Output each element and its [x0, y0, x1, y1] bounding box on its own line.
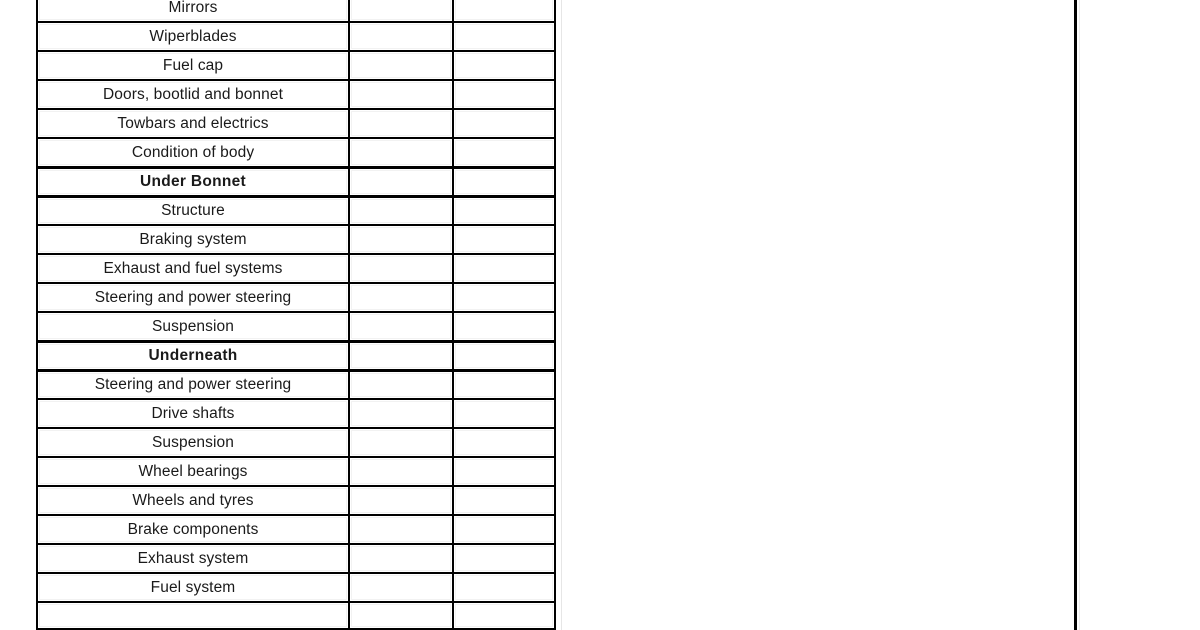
checklist-item-label: Exhaust and fuel systems	[36, 253, 348, 282]
checklist-check-cell-1[interactable]	[348, 601, 452, 630]
checklist-item-label: Wiperblades	[36, 21, 348, 50]
table-row: Fuel cap	[36, 50, 556, 79]
checklist-check-cell-1[interactable]	[348, 456, 452, 485]
checklist-check-cell-2[interactable]	[452, 50, 556, 79]
checklist-item-label: Suspension	[36, 427, 348, 456]
checklist-check-cell-2[interactable]	[452, 224, 556, 253]
table-row: Doors, bootlid and bonnet	[36, 79, 556, 108]
checklist-check-cell-1[interactable]	[348, 340, 452, 369]
checklist-item-label: Wheels and tyres	[36, 485, 348, 514]
checklist-check-cell-1[interactable]	[348, 224, 452, 253]
checklist-check-cell-1[interactable]	[348, 166, 452, 195]
checklist-item-label: Braking system	[36, 224, 348, 253]
checklist-item-label: Exhaust system	[36, 543, 348, 572]
document-page: Mirrors Wiperblades Fuel cap Doors, bootlid…	[0, 0, 1200, 630]
checklist-check-cell-1[interactable]	[348, 398, 452, 427]
table-row	[36, 601, 556, 630]
checklist-check-cell-2[interactable]	[452, 253, 556, 282]
checklist-item-label	[36, 601, 348, 630]
checklist-check-cell-1[interactable]	[348, 79, 452, 108]
checklist-check-cell-2[interactable]	[452, 0, 556, 21]
right-blank-area	[1080, 0, 1200, 630]
checklist-check-cell-2[interactable]	[452, 137, 556, 166]
sheet-gridline-guide	[561, 0, 562, 630]
checklist-check-cell-2[interactable]	[452, 398, 556, 427]
checklist-item-label: Steering and power steering	[36, 282, 348, 311]
checklist-check-cell-2[interactable]	[452, 340, 556, 369]
checklist-check-cell-1[interactable]	[348, 514, 452, 543]
checklist-check-cell-2[interactable]	[452, 485, 556, 514]
table-row: Exhaust system	[36, 543, 556, 572]
checklist-check-cell-1[interactable]	[348, 543, 452, 572]
checklist-check-cell-1[interactable]	[348, 282, 452, 311]
table-row: Drive shafts	[36, 398, 556, 427]
checklist-item-label: Brake components	[36, 514, 348, 543]
checklist-item-label: Condition of body	[36, 137, 348, 166]
checklist-check-cell-1[interactable]	[348, 21, 452, 50]
checklist-item-label: Suspension	[36, 311, 348, 340]
checklist-item-label: Towbars and electrics	[36, 108, 348, 137]
checklist-check-cell-2[interactable]	[452, 572, 556, 601]
table-row: Structure	[36, 195, 556, 224]
checklist-check-cell-2[interactable]	[452, 79, 556, 108]
checklist-check-cell-1[interactable]	[348, 137, 452, 166]
table-row: Suspension	[36, 311, 556, 340]
checklist-check-cell-2[interactable]	[452, 311, 556, 340]
checklist-check-cell-1[interactable]	[348, 427, 452, 456]
checklist-rows: Mirrors Wiperblades Fuel cap Doors, bootlid…	[36, 0, 556, 630]
checklist-check-cell-1[interactable]	[348, 0, 452, 21]
checklist-check-cell-2[interactable]	[452, 456, 556, 485]
checklist-check-cell-2[interactable]	[452, 166, 556, 195]
checklist-item-label: Fuel system	[36, 572, 348, 601]
table-row: Fuel system	[36, 572, 556, 601]
checklist-check-cell-2[interactable]	[452, 108, 556, 137]
checklist-item-label: Drive shafts	[36, 398, 348, 427]
table-row: Condition of body	[36, 137, 556, 166]
table-row: Mirrors	[36, 0, 556, 21]
checklist-check-cell-2[interactable]	[452, 427, 556, 456]
checklist-check-cell-2[interactable]	[452, 195, 556, 224]
table-row: Wiperblades	[36, 21, 556, 50]
checklist-check-cell-1[interactable]	[348, 485, 452, 514]
table-section-row: Under Bonnet	[36, 166, 556, 195]
checklist-check-cell-1[interactable]	[348, 311, 452, 340]
checklist-check-cell-2[interactable]	[452, 514, 556, 543]
checklist-check-cell-1[interactable]	[348, 195, 452, 224]
inspection-checklist-table: Mirrors Wiperblades Fuel cap Doors, bootlid…	[36, 0, 556, 630]
table-row: Steering and power steering	[36, 369, 556, 398]
checklist-check-cell-1[interactable]	[348, 369, 452, 398]
table-row: Towbars and electrics	[36, 108, 556, 137]
table-row: Braking system	[36, 224, 556, 253]
checklist-check-cell-1[interactable]	[348, 50, 452, 79]
page-edge-vertical-rule	[1074, 0, 1077, 630]
section-header-label: Under Bonnet	[36, 166, 348, 195]
checklist-item-label: Steering and power steering	[36, 369, 348, 398]
checklist-check-cell-1[interactable]	[348, 253, 452, 282]
checklist-check-cell-2[interactable]	[452, 601, 556, 630]
checklist-check-cell-2[interactable]	[452, 543, 556, 572]
checklist-item-label: Doors, bootlid and bonnet	[36, 79, 348, 108]
checklist-item-label: Fuel cap	[36, 50, 348, 79]
table-section-row: Underneath	[36, 340, 556, 369]
checklist-check-cell-2[interactable]	[452, 282, 556, 311]
checklist-check-cell-1[interactable]	[348, 572, 452, 601]
checklist-item-label: Structure	[36, 195, 348, 224]
table-row: Steering and power steering	[36, 282, 556, 311]
table-row: Suspension	[36, 427, 556, 456]
checklist-check-cell-1[interactable]	[348, 108, 452, 137]
table-row: Wheel bearings	[36, 456, 556, 485]
checklist-check-cell-2[interactable]	[452, 369, 556, 398]
checklist-item-label: Wheel bearings	[36, 456, 348, 485]
table-row: Wheels and tyres	[36, 485, 556, 514]
inspection-checklist-table-wrapper: Mirrors Wiperblades Fuel cap Doors, bootlid…	[36, 0, 556, 630]
checklist-item-label: Mirrors	[36, 0, 348, 21]
table-row: Brake components	[36, 514, 556, 543]
section-header-label: Underneath	[36, 340, 348, 369]
table-row: Exhaust and fuel systems	[36, 253, 556, 282]
checklist-check-cell-2[interactable]	[452, 21, 556, 50]
